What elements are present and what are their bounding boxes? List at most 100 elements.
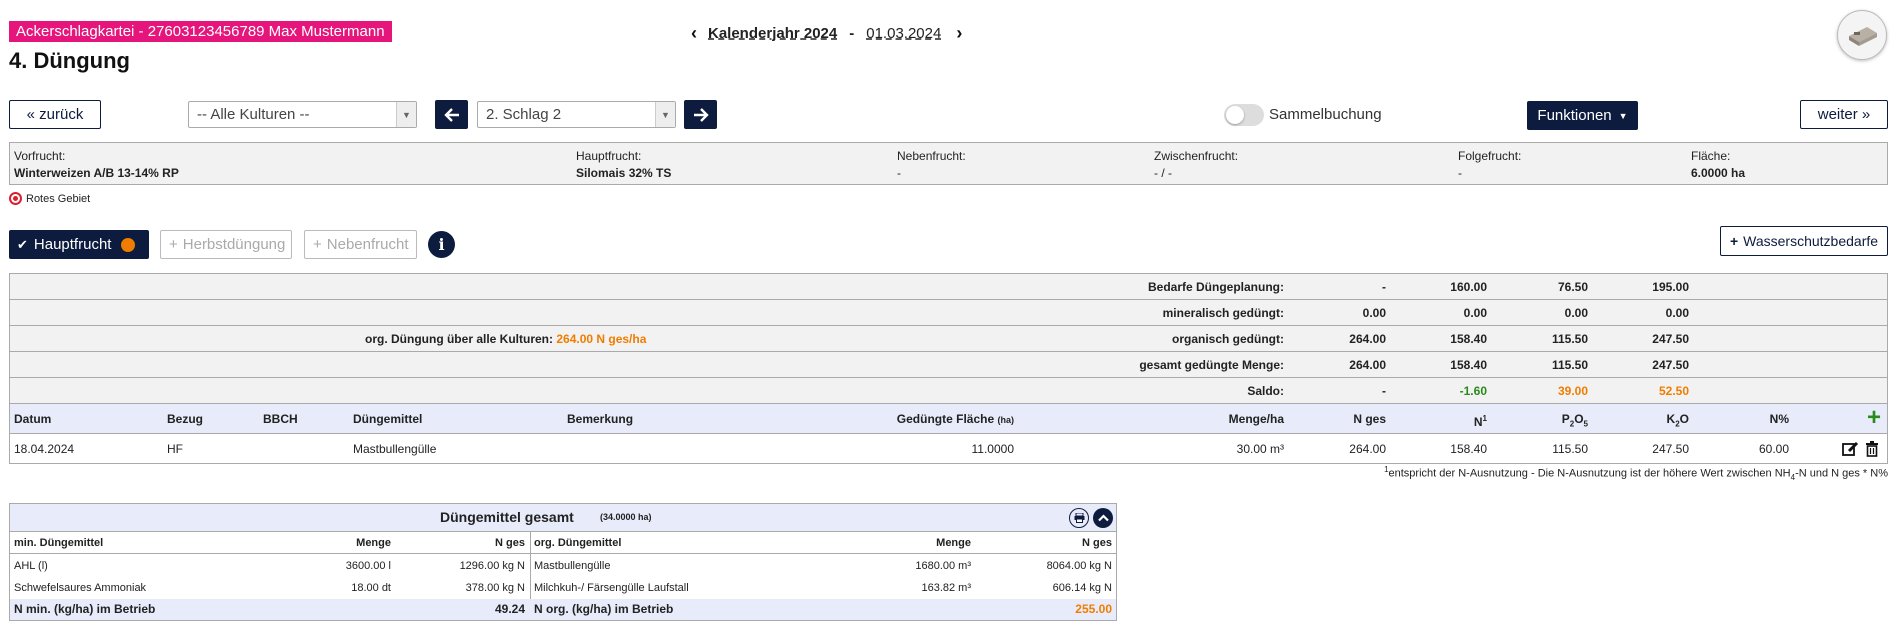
calendar-year[interactable]: Kalenderjahr 2024 [708,25,837,42]
duengung-table: Bedarfe Düngeplanung: - 160.00 76.50 195… [9,273,1888,464]
kulturen-select[interactable]: -- Alle Kulturen -- ▼ [188,101,417,128]
chevron-right-icon[interactable]: › [951,23,967,44]
summary-n1: 158.40 [1450,332,1487,346]
chevron-left-icon[interactable]: ‹ [686,23,702,44]
org-menge-header: Menge [936,537,971,549]
summary-nges: 264.00 [1349,358,1386,372]
totals-row: N min. (kg/ha) im Betrieb 49.24 N org. (… [10,599,1116,620]
cell-p2o5: 115.50 [1552,442,1588,456]
funktionen-label: Funktionen [1537,107,1612,124]
ackerschlagkartei-badge: Ackerschlagkartei - 27603123456789 Max M… [9,21,392,42]
prev-schlag-button[interactable] [435,100,468,129]
calendar-date[interactable]: 01.03.2024 [866,25,941,42]
col-p2o5-o: O [1574,412,1584,426]
check-icon: ✔ [17,236,28,252]
min-nges-header: N ges [495,537,525,549]
table-header: Datum Bezug BBCH Düngemittel Bemerkung G… [10,404,1887,434]
col-datum: Datum [14,412,52,426]
cell-flaeche: 11.0000 [971,442,1015,456]
info-icon[interactable]: i [428,231,455,258]
min-item-nges: 1296.00 kg N [459,560,525,572]
org-item-nges: 8064.00 kg N [1046,560,1112,572]
vorfrucht-label: Vorfrucht: [14,149,66,163]
zwischenfrucht-value: - / - [1154,166,1172,180]
target-icon [9,192,22,205]
trash-icon[interactable] [1865,441,1879,457]
next-schlag-button[interactable] [684,100,717,129]
summary-k2o: 52.50 [1658,384,1689,398]
summary-n1: 158.40 [1450,358,1487,372]
caret-down-icon: ▼ [655,102,675,127]
cell-n1: 158.40 [1450,442,1487,456]
sammelbuchung-toggle[interactable] [1224,104,1264,126]
min-item-nges: 378.00 kg N [465,582,525,594]
org-all-cultures: org. Düngung über alle Kulturen: 264.00 … [365,326,646,352]
funktionen-dropdown[interactable]: Funktionen ▼ [1527,101,1638,130]
summary-k2o: 247.50 [1652,358,1689,372]
rotes-gebiet-label: Rotes Gebiet [26,192,91,205]
cell-duengemittel: Mastbullengülle [353,442,437,456]
col-p2o5-sub2: 5 [1583,419,1588,429]
col-nges: N ges [1353,412,1386,426]
wasserschutzbedarfe-label: Wasserschutzbedarfe [1743,233,1879,249]
tab-herbstduengung[interactable]: + Herbstdüngung [160,230,292,259]
calendar-separator: - [849,24,855,42]
summary-nges: - [1382,280,1386,294]
cell-k2o: 247.50 [1652,442,1689,456]
org-item-name: Mastbullengülle [534,560,611,572]
summary-p2o5: 115.50 [1551,332,1588,346]
arrow-right-icon [693,107,709,122]
tab-nebenfrucht[interactable]: + Nebenfrucht [304,230,417,259]
footnote: 1entspricht der N-Ausnutzung - Die N-Aus… [1384,465,1888,482]
col-k2o-k: K [1666,412,1676,426]
summary-k2o: 0.00 [1665,306,1689,320]
summary-p2o5: 115.50 [1551,358,1588,372]
col-npct: N% [1769,412,1789,426]
summary-p2o5: 39.00 [1557,384,1588,398]
summary-row-mineralisch: mineralisch gedüngt: 0.00 0.00 0.00 0.00 [10,300,1887,326]
panel-col-header: min. Düngemittel Menge N ges org. Düngem… [10,532,1116,554]
col-p2o5-p: P [1561,412,1570,426]
plus-icon: + [169,236,178,253]
folgefrucht-value: - [1458,166,1462,180]
add-row-icon[interactable]: + [1867,404,1881,432]
org-total-label: N org. (kg/ha) im Betrieb [534,602,674,616]
col-bbch: BBCH [263,412,298,426]
summary-k2o: 247.50 [1652,332,1689,346]
sammelbuchung-label: Sammelbuchung [1269,106,1382,123]
caret-down-icon: ▼ [1618,110,1628,121]
summary-label: gesamt gedüngte Menge: [1139,358,1284,372]
culture-info-box: Vorfrucht: Winterweizen A/B 13-14% RP Ha… [9,142,1888,185]
org-all-value: 264.00 N ges/ha [556,332,647,346]
print-icon[interactable] [1069,508,1089,528]
flaeche-label: Fläche: [1691,149,1731,163]
table-row[interactable]: 18.04.2024 HF Mastbullengülle 11.0000 30… [10,434,1887,464]
schlag-select[interactable]: 2. Schlag 2 ▼ [477,101,676,128]
edit-icon[interactable] [1842,441,1859,457]
collapse-icon[interactable] [1093,508,1113,528]
min-item-name: Schwefelsaures Ammoniak [14,582,147,594]
panel-body: min. Düngemittel Menge N ges org. Düngem… [10,532,1116,620]
hauptfrucht: Hauptfrucht: Silomais 32% TS [576,148,671,182]
tab-hauptfrucht[interactable]: ✔ Hauptfrucht [9,230,149,259]
zwischenfrucht: Zwischenfrucht: - / - [1154,148,1238,182]
org-all-label: org. Düngung über alle Kulturen: [365,332,553,346]
duengemittel-gesamt-panel: Düngemittel gesamt (34.0000 ha) min. Dün… [9,503,1117,621]
back-button[interactable]: « zurück [9,100,101,129]
tractor-logo-icon [1849,27,1877,46]
summary-row-saldo: Saldo: - -1.60 39.00 52.50 [10,378,1887,404]
summary-label: organisch gedüngt: [1172,332,1284,346]
org-nges-header: N ges [1082,537,1112,549]
wasserschutzbedarfe-button[interactable]: + Wasserschutzbedarfe [1720,226,1888,256]
nebenfrucht-value: - [897,166,901,180]
status-dot-icon [121,237,136,252]
list-item: AHL (l) 3600.00 l 1296.00 kg N Mastbulle… [10,555,1116,577]
flaeche-value: 6.0000 ha [1691,166,1746,180]
summary-k2o: 195.00 [1652,280,1689,294]
panel-subtitle: (34.0000 ha) [600,512,652,522]
avatar[interactable] [1837,10,1887,60]
tab-herbstduengung-label: Herbstdüngung [182,236,286,253]
next-button[interactable]: weiter » [1800,100,1888,129]
min-item-menge: 3600.00 l [345,560,391,572]
summary-row-bedarfe: Bedarfe Düngeplanung: - 160.00 76.50 195… [10,274,1887,300]
